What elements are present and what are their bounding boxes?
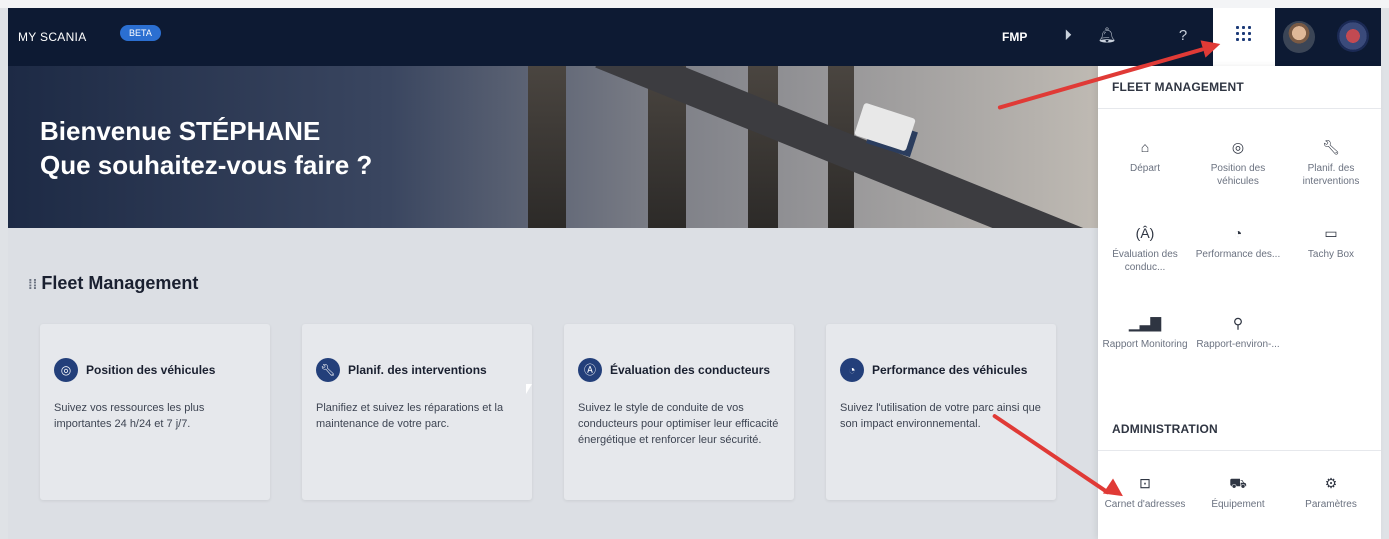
sprout-icon: ⚲ bbox=[1232, 315, 1244, 331]
tile-label: Départ bbox=[1129, 163, 1160, 174]
app-tile-settings[interactable]: ⚙ Paramètres bbox=[1286, 474, 1376, 511]
card-vehicle-performance[interactable]: ◔ Performance des véhicules Suivez l'util… bbox=[826, 324, 1056, 500]
card-title: Évaluation des conducteurs bbox=[610, 363, 771, 377]
card-description: Suivez le style de conduite de vos condu… bbox=[578, 402, 779, 446]
tile-label: Paramètres bbox=[1305, 499, 1357, 510]
hero-banner: Bienvenue STÉPHANE Que souhaitez-vous fa… bbox=[8, 66, 1098, 228]
divider bbox=[1098, 450, 1381, 451]
fmp-link[interactable]: FMP bbox=[1002, 30, 1027, 44]
drag-handle-icon[interactable]: ⁞⁞ bbox=[28, 276, 37, 292]
gear-icon: ⚙ bbox=[1324, 475, 1338, 491]
help-icon[interactable]: ? bbox=[1173, 26, 1193, 46]
tile-label: Rapport Monitoring bbox=[1102, 339, 1188, 350]
speedometer-icon: ◔ bbox=[1233, 225, 1243, 241]
tachy-box-icon: ▭ bbox=[1324, 225, 1338, 241]
card-title: Planif. des interventions bbox=[348, 363, 487, 377]
wrench-icon: 🔧︎ bbox=[1322, 139, 1340, 155]
wrench-icon: 🔧︎ bbox=[316, 358, 340, 382]
section-title: Fleet Management bbox=[41, 273, 199, 293]
tile-label: Planif. des interventions bbox=[1302, 163, 1360, 187]
tile-label: Équipement bbox=[1211, 499, 1265, 510]
app-brand[interactable]: MY SCANIA bbox=[18, 30, 87, 44]
card-maintenance-planning[interactable]: 🔧︎ Planif. des interventions Planifiez et… bbox=[302, 324, 532, 500]
app-tile-driver-evaluation[interactable]: (Â) Évaluation des conduc... bbox=[1100, 224, 1190, 274]
card-title: Performance des véhicules bbox=[872, 363, 1028, 377]
location-pin-icon: ◎ bbox=[54, 358, 78, 382]
app-tile-depart[interactable]: ⌂ Départ bbox=[1100, 138, 1190, 175]
truck-front-icon: ⛟ bbox=[1229, 475, 1247, 491]
tile-label: Rapport-environ-... bbox=[1196, 339, 1280, 350]
card-description: Planifiez et suivez les réparations et l… bbox=[316, 402, 504, 430]
app-tile-environment-report[interactable]: ⚲ Rapport-environ-... bbox=[1193, 314, 1283, 351]
home-icon: ⌂ bbox=[1140, 139, 1150, 155]
welcome-heading: Bienvenue STÉPHANE Que souhaitez-vous fa… bbox=[40, 114, 372, 182]
card-title: Position des véhicules bbox=[86, 363, 216, 377]
app-tile-vehicle-position[interactable]: ◎ Position des véhicules bbox=[1193, 138, 1283, 188]
bell-icon[interactable]: 🔔︎ bbox=[1097, 26, 1117, 46]
window-frame bbox=[0, 0, 1389, 8]
section-heading: ⁞⁞ Fleet Management bbox=[28, 273, 198, 294]
tile-label: Performance des... bbox=[1195, 249, 1281, 260]
scania-logo-icon[interactable] bbox=[1337, 20, 1369, 52]
divider bbox=[1098, 108, 1381, 109]
tile-label: Position des véhicules bbox=[1210, 163, 1266, 187]
administration-heading: ADMINISTRATION bbox=[1112, 422, 1218, 436]
fleet-management-heading: FLEET MANAGEMENT bbox=[1112, 80, 1244, 94]
dashboard-content: ⁞⁞ Fleet Management ◎ Position des véhicul… bbox=[8, 228, 1098, 539]
driver-evaluation-icon: Ⓐ bbox=[578, 358, 602, 382]
app-tile-vehicle-performance[interactable]: ◔ Performance des... bbox=[1193, 224, 1283, 261]
avatar[interactable] bbox=[1283, 21, 1315, 53]
speedometer-icon: ◔ bbox=[840, 358, 864, 382]
app-tile-maintenance-planning[interactable]: 🔧︎ Planif. des interventions bbox=[1286, 138, 1376, 188]
app-tile-monitoring-report[interactable]: ▁▃▇ Rapport Monitoring bbox=[1100, 314, 1190, 351]
card-description: Suivez vos ressources les plus important… bbox=[54, 402, 205, 430]
app-tile-equipment[interactable]: ⛟ Équipement bbox=[1193, 474, 1283, 511]
mouse-cursor bbox=[526, 384, 532, 394]
apps-dropdown-panel: FLEET MANAGEMENT ⌂ Départ ◎ Position des… bbox=[1098, 66, 1381, 539]
driver-evaluation-icon: (Â) bbox=[1135, 225, 1155, 241]
bar-chart-icon: ▁▃▇ bbox=[1128, 315, 1162, 331]
card-driver-evaluation[interactable]: Ⓐ Évaluation des conducteurs Suivez le st… bbox=[564, 324, 794, 500]
apps-menu-button[interactable] bbox=[1213, 8, 1275, 66]
location-pin-icon: ◎ bbox=[1231, 139, 1245, 155]
prompt-line: Que souhaitez-vous faire ? bbox=[40, 150, 373, 180]
play-circle-icon[interactable]: ⏵ bbox=[1058, 26, 1078, 46]
bridge-road bbox=[542, 66, 1091, 228]
card-vehicle-position[interactable]: ◎ Position des véhicules Suivez vos resso… bbox=[40, 324, 270, 500]
app-grid-icon bbox=[1236, 26, 1252, 42]
beta-badge: BETA bbox=[120, 25, 161, 41]
tile-label: Évaluation des conduc... bbox=[1112, 249, 1178, 273]
welcome-line: Bienvenue STÉPHANE bbox=[40, 116, 321, 146]
tile-label: Tachy Box bbox=[1307, 249, 1355, 260]
app-tile-tachy-box[interactable]: ▭ Tachy Box bbox=[1286, 224, 1376, 261]
